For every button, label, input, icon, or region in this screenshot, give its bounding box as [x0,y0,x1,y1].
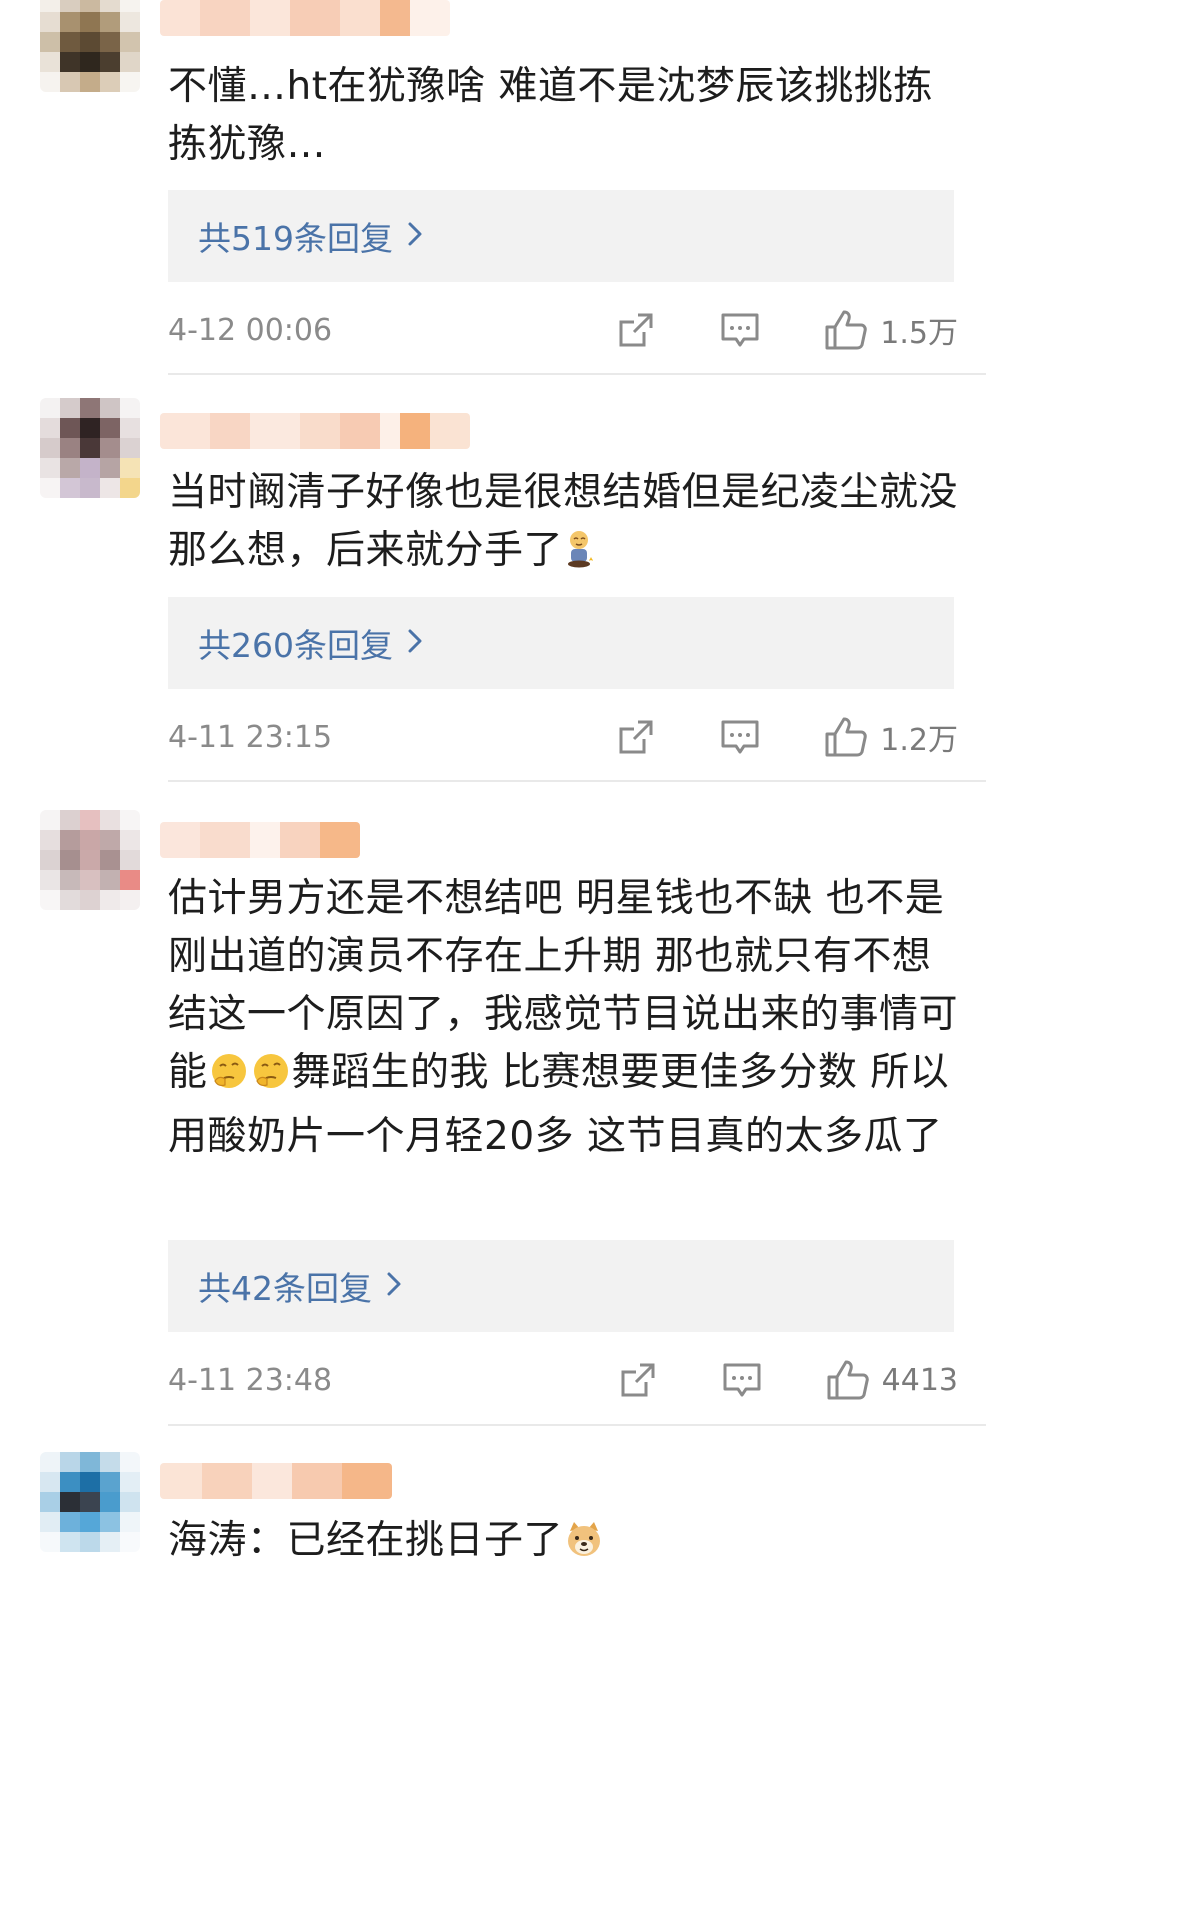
share-icon[interactable] [616,310,656,350]
replies-count: 共42条回复 [198,1269,372,1308]
username-blurred[interactable] [160,0,450,36]
thumbs-up-icon[interactable] [824,715,868,759]
comment-feed: 不懂…ht在犹豫啥 难道不是沈梦辰该挑挑拣拣犹豫… 共519条回复 4-12 0… [0,0,1000,1568]
divider [168,780,986,782]
username-blurred[interactable] [160,1463,392,1499]
divider [168,1424,986,1426]
comment-text: 不懂…ht在犹豫啥 难道不是沈梦辰该挑挑拣拣犹豫… [168,64,933,167]
like-count: 4413 [881,1362,958,1398]
replies-link[interactable]: 共260条回复 [168,597,954,689]
share-icon[interactable] [618,1360,658,1400]
like-count: 1.2万 [880,723,958,758]
comment-icon[interactable] [720,717,760,757]
comment-text: 海涛：已经在挑日子了 [168,1512,958,1576]
comment-text-body: 当时阚清子好像也是很想结婚但是纪凌尘就没那么想，后来就分手了 [168,470,959,573]
like-count: 1.5万 [880,316,958,351]
comment-date: 4-11 23:48 [168,1362,333,1398]
divider [168,373,986,375]
comment-actions: 4413 [618,1358,958,1402]
replies-count: 共260条回复 [198,626,393,665]
comment-actions: 1.2万 [616,715,958,759]
replies-link[interactable]: 共519条回复 [168,190,954,282]
comment-meta: 4-11 23:15 1.2万 [168,712,958,762]
comment-actions: 1.5万 [616,308,958,352]
comment-icon[interactable] [720,310,760,350]
chevron-right-icon [407,217,423,255]
replies-link[interactable]: 共42条回复 [168,1240,954,1332]
comment-date: 4-11 23:15 [168,719,333,755]
username-blurred[interactable] [160,822,360,858]
thumbs-up-icon[interactable] [824,308,868,352]
comment-text: 估计男方还是不想结吧 明星钱也不缺 也不是刚出道的演员不存在上升期 那也就只有不… [168,870,958,1166]
avatar[interactable] [40,0,140,92]
replies-count: 共519条回复 [198,219,393,258]
username-blurred[interactable] [160,413,470,449]
thinking-face-emoji [209,1050,249,1108]
sitting-figure-emoji [564,528,596,586]
comment-date: 4-12 00:06 [168,312,333,348]
comment-meta: 4-11 23:48 4413 [168,1355,958,1405]
comment-text: 当时阚清子好像也是很想结婚但是纪凌尘就没那么想，后来就分手了 [168,464,958,586]
comment-icon[interactable] [722,1360,762,1400]
share-icon[interactable] [616,717,656,757]
doge-emoji [564,1518,604,1576]
thumbs-up-icon[interactable] [826,1358,870,1402]
chevron-right-icon [407,624,423,662]
avatar[interactable] [40,810,140,910]
comment-meta: 4-12 00:06 1.5万 [168,305,958,355]
thinking-face-emoji [251,1050,291,1108]
avatar[interactable] [40,398,140,498]
chevron-right-icon [386,1267,402,1305]
comment-text-body: 海涛：已经在挑日子了 [168,1518,564,1563]
avatar[interactable] [40,1452,140,1552]
